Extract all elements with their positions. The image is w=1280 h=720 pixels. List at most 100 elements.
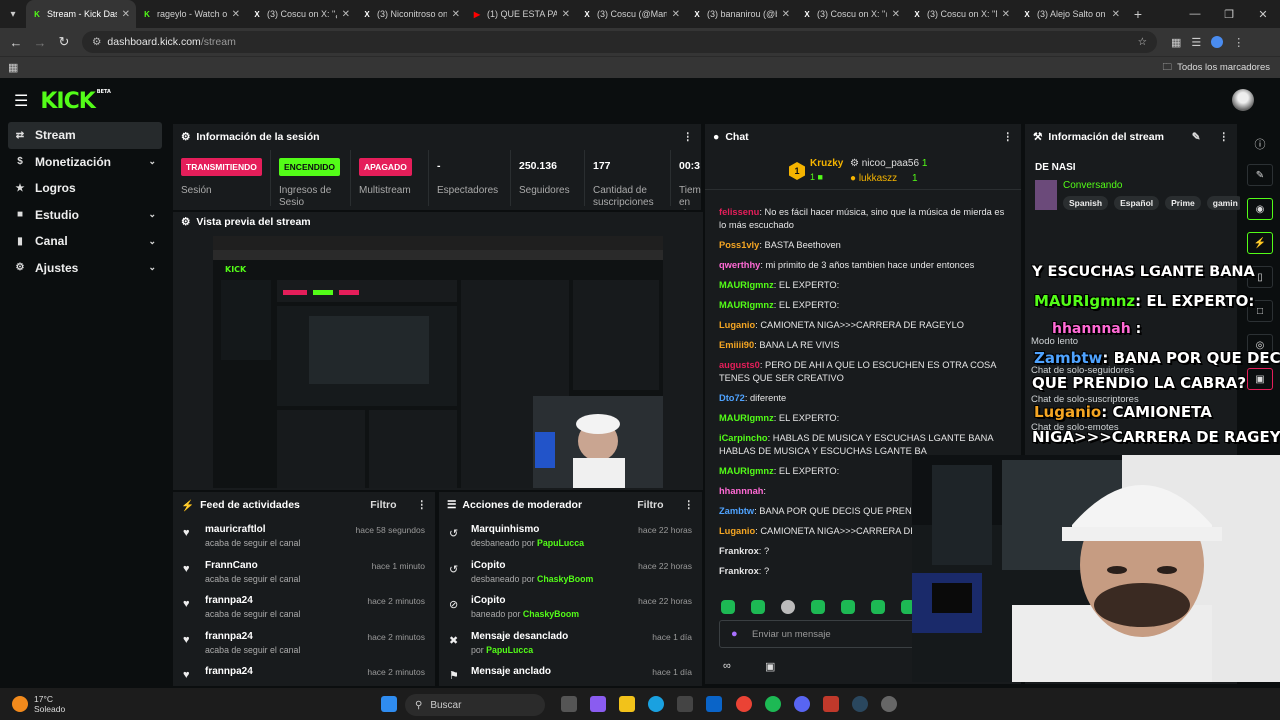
minimize-icon[interactable]: — [1178,8,1212,20]
chat-username[interactable]: Poss1vly [719,240,759,250]
chrome-icon[interactable] [736,696,752,712]
infinity-icon[interactable]: ∞ [723,660,731,672]
steam-icon[interactable] [852,696,868,712]
leader-2[interactable]: ⚙ nicoo_paa56 1 [850,158,927,169]
taskbar-search[interactable]: ⚲ Buscar [405,694,545,716]
tab-close-icon[interactable]: ✕ [782,9,790,20]
feed-filter-button[interactable]: Filtro [370,499,396,511]
sidebar-item-studio[interactable]: ■ Estudio ⌄ [8,202,162,229]
tab-close-icon[interactable]: ✕ [452,9,460,20]
browser-menu-icon[interactable]: ⋮ [1233,36,1244,49]
browser-tab[interactable]: X (3) Coscu on X: "M ✕ [906,0,1016,28]
emote-icon[interactable] [871,600,885,614]
chat-message[interactable]: Emiiii90: BANA LA RE VIVIS [705,339,1021,352]
sidebar-item-dollar[interactable]: $ Monetización ⌄ [8,149,162,176]
tab-close-icon[interactable]: ✕ [672,9,680,20]
tab-close-icon[interactable]: ✕ [1112,9,1120,20]
chat-username[interactable]: augusts0 [719,360,760,370]
list-item[interactable]: ♥ FrannCano acaba de seguir el canal hace 1… [173,554,435,590]
edit-icon[interactable]: ✎ [1192,131,1201,143]
mod-by[interactable]: ChaskyBoom [523,609,579,619]
tab-close-icon[interactable]: ✕ [562,9,570,20]
sidebar-item-gear[interactable]: ⚙ Ajustes ⌄ [8,255,162,282]
chat-username[interactable]: Emiiii90 [719,340,754,350]
chat-message[interactable]: MAURIgmnz: EL EXPERTO: [705,299,1021,312]
apps-grid-icon[interactable]: ▦ [8,61,18,74]
list-item[interactable]: ✖ Mensaje desanclado por PapuLucca hace 1 d… [439,625,702,661]
browser-tab[interactable]: X (3) Niconitroso on ✕ [356,0,466,28]
leader-1[interactable]: Kruzky [810,158,843,169]
tab-close-icon[interactable]: ✕ [892,9,900,20]
chat-message[interactable]: Dto72: diferente [705,392,1021,405]
feed-more-icon[interactable]: ⋮ [417,499,428,511]
more-options-icon[interactable]: ⋮ [683,131,694,143]
tab-search-icon[interactable]: ▾ [0,0,26,28]
mod-by[interactable]: PapuLucca [537,538,584,548]
chevron-down-icon[interactable]: ⌄ [148,236,156,247]
chat-message[interactable]: Luganio: CAMIONETA NIGA>>>CARRERA DE RAG… [705,319,1021,332]
sidebar-item-stream[interactable]: ⇄ Stream [8,122,162,149]
sidebar-item-trophy[interactable]: ★ Logros [8,175,162,202]
chevron-down-icon[interactable]: ⌄ [148,156,156,167]
shop-rail-icon[interactable]: ▣ [1247,368,1273,390]
discord-icon[interactable] [794,696,810,712]
forward-icon[interactable]: → [28,35,52,50]
info-icon[interactable]: ⓘ [1240,136,1280,152]
chat-username[interactable]: MAURIgmnz [719,466,774,476]
chat-username[interactable]: Luganio [719,526,755,536]
stream-tag[interactable]: Español [1114,196,1160,210]
stream-tag[interactable]: Prime [1165,196,1201,210]
browser-tab[interactable]: ▶ (1) QUE ESTA PAS ✕ [466,0,576,28]
file-explorer-icon[interactable] [619,696,635,712]
new-tab-button[interactable]: + [1126,6,1150,22]
modact-more-icon[interactable]: ⋮ [684,499,695,511]
browser-tab[interactable]: X (3) Coscu on X: "¿ ✕ [246,0,356,28]
store-taskbar-icon[interactable] [677,696,693,712]
stream-preview-video[interactable]: KICK [213,236,663,488]
chat-message[interactable]: MAURIgmnz: EL EXPERTO: [705,412,1021,425]
chat-message[interactable]: Poss1vly: BASTA Beethoven [705,239,1021,252]
emote-icon[interactable] [721,600,735,614]
target-rail-icon[interactable]: ◉ [1247,198,1273,220]
browser-tab[interactable]: Krageylo - Watch o ✕ [136,0,246,28]
kick-logo[interactable]: KICK BETA [40,89,111,114]
hamburger-menu-icon[interactable]: ☰ [14,91,28,111]
url-field[interactable]: ⚙ dashboard.kick.com/stream ☆ [82,31,1157,53]
site-info-icon[interactable]: ⚙ [92,36,101,48]
extensions-icon[interactable]: ▦ [1171,36,1181,49]
browser-tab[interactable]: X (3) Coscu on X: "@ ✕ [796,0,906,28]
mod-by[interactable]: ChaskyBoom [537,574,593,584]
list-item[interactable]: ♥ frannpa24 acaba de seguir el canal hace 2… [173,589,435,625]
windows-start-icon[interactable] [381,696,397,712]
chat-username[interactable]: Zambtw [719,506,754,516]
close-window-icon[interactable]: ✕ [1246,8,1280,21]
modact-filter-button[interactable]: Filtro [637,499,663,511]
leader-3[interactable]: ● lukkaszz 1 [850,173,918,184]
store-icon[interactable]: ▣ [765,660,775,673]
chat-username[interactable]: felissenu [719,207,759,217]
chat-input[interactable]: Enviar un mensaje [719,620,919,648]
chat-username[interactable]: qwerthhy [719,260,760,270]
media-icon[interactable]: ☰ [1191,36,1201,49]
chat-username[interactable]: MAURIgmnz [719,300,774,310]
copilot-icon[interactable] [590,696,606,712]
chat-username[interactable]: MAURIgmnz [719,280,774,290]
chat-username[interactable]: hhannnah [719,486,763,496]
app-icon[interactable] [823,696,839,712]
profile-icon[interactable] [1211,35,1224,48]
browser-tab[interactable]: X (3) Alejo Salto on ✕ [1016,0,1126,28]
back-icon[interactable]: ← [4,35,28,50]
browser-tab[interactable]: X (3) bananirou (@b ✕ [686,0,796,28]
sidebar-item-channel[interactable]: ▮ Canal ⌄ [8,228,162,255]
spotify-icon[interactable] [765,696,781,712]
bookmark-star-icon[interactable]: ☆ [1138,36,1147,48]
streaminfo-more-icon[interactable]: ⋮ [1219,131,1230,143]
tab-close-icon[interactable]: ✕ [122,9,130,20]
mod-by[interactable]: PapuLucca [486,645,533,655]
chat-message[interactable]: augusts0: PERO DE AHI A QUE LO ESCUCHEN … [705,359,1021,385]
restore-icon[interactable]: ❐ [1212,8,1246,21]
browser-tab[interactable]: K Stream - Kick Dash ✕ [26,0,136,28]
chat-username[interactable]: Frankrox [719,546,759,556]
chat-username[interactable]: Frankrox [719,566,759,576]
emote-icon[interactable] [781,600,795,614]
